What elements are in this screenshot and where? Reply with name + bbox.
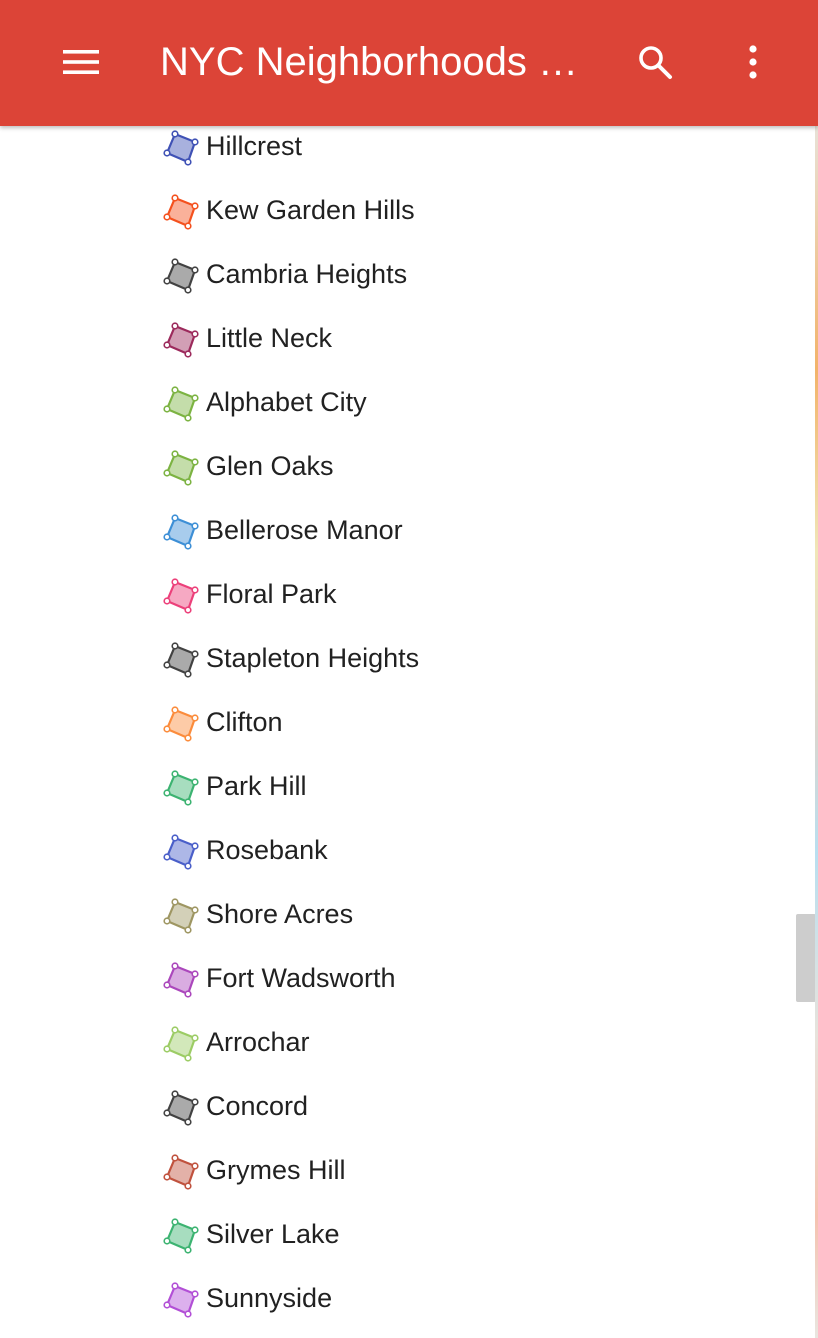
polygon-icon <box>163 450 199 486</box>
list-item-label: Kew Garden Hills <box>206 195 415 225</box>
list-item-label: Hillcrest <box>206 131 303 161</box>
list-item-label: Grymes Hill <box>206 1155 346 1185</box>
more-vert-icon <box>749 45 757 79</box>
polygon-icon <box>163 578 199 614</box>
list-item-label: Rosebank <box>206 835 328 865</box>
polygon-icon <box>163 962 199 998</box>
polygon-icon <box>163 514 199 550</box>
polygon-icon <box>163 194 199 230</box>
polygon-icon <box>163 386 199 422</box>
list-item[interactable]: Fort Wadsworth <box>0 946 800 1010</box>
polygon-icon <box>163 770 199 806</box>
list-item[interactable]: Bellerose Manor <box>0 498 800 562</box>
search-icon <box>639 46 672 79</box>
list-item[interactable]: Clifton <box>0 690 800 754</box>
polygon-icon <box>163 1090 199 1126</box>
list-item[interactable]: Concord <box>0 1074 800 1138</box>
list-item[interactable]: Park Hill <box>0 754 800 818</box>
scrollbar-thumb[interactable] <box>796 914 816 1002</box>
app-bar: NYC Neighborhoods M… <box>0 0 818 126</box>
polygon-icon <box>163 1154 199 1190</box>
list-item-label: Sunnyside <box>206 1283 333 1313</box>
list-item-label: Park Hill <box>206 771 307 801</box>
list-item-label: Bellerose Manor <box>206 515 403 545</box>
list-item-label: Arrochar <box>206 1027 310 1057</box>
polygon-icon <box>163 834 199 870</box>
menu-icon <box>63 50 99 74</box>
neighborhood-list: Hillcrest Kew Garden Hills Cambria Heights… <box>0 114 800 1330</box>
list-item[interactable]: Stapleton Heights <box>0 626 800 690</box>
polygon-icon <box>163 322 199 358</box>
app-root: NYC Neighborhoods M… Hillcrest Kew Garden… <box>0 0 818 1338</box>
list-item[interactable]: Grymes Hill <box>0 1138 800 1202</box>
list-item-label: Fort Wadsworth <box>206 963 396 993</box>
search-button[interactable] <box>628 35 682 89</box>
polygon-icon <box>163 1026 199 1062</box>
app-title: NYC Neighborhoods M… <box>160 40 600 84</box>
list-item-label: Stapleton Heights <box>206 643 420 673</box>
menu-button[interactable] <box>54 35 108 89</box>
list-item-label: Shore Acres <box>206 899 354 929</box>
list-item-label: Little Neck <box>206 323 333 353</box>
list-item-label: Floral Park <box>206 579 337 609</box>
list-item[interactable]: Cambria Heights <box>0 242 800 306</box>
list-item-label: Cambria Heights <box>206 259 408 289</box>
more-options-button[interactable] <box>726 35 780 89</box>
list-item-label: Concord <box>206 1091 309 1121</box>
polygon-icon <box>163 1282 199 1318</box>
polygon-icon <box>163 258 199 294</box>
list-item[interactable]: Glen Oaks <box>0 434 800 498</box>
list-item-label: Silver Lake <box>206 1219 340 1249</box>
polygon-icon <box>163 898 199 934</box>
list-item[interactable]: Alphabet City <box>0 370 800 434</box>
list-item-label: Glen Oaks <box>206 451 334 481</box>
polygon-icon <box>163 1218 199 1254</box>
list-item[interactable]: Little Neck <box>0 306 800 370</box>
list-item[interactable]: Silver Lake <box>0 1202 800 1266</box>
list-item[interactable]: Arrochar <box>0 1010 800 1074</box>
list-item[interactable]: Shore Acres <box>0 882 800 946</box>
polygon-icon <box>163 130 199 166</box>
polygon-icon <box>163 706 199 742</box>
list-item[interactable]: Rosebank <box>0 818 800 882</box>
list-item[interactable]: Floral Park <box>0 562 800 626</box>
list-item-label: Clifton <box>206 707 283 737</box>
polygon-icon <box>163 642 199 678</box>
list-item[interactable]: Kew Garden Hills <box>0 178 800 242</box>
list-item[interactable]: Sunnyside <box>0 1266 800 1330</box>
list-item-label: Alphabet City <box>206 387 367 417</box>
